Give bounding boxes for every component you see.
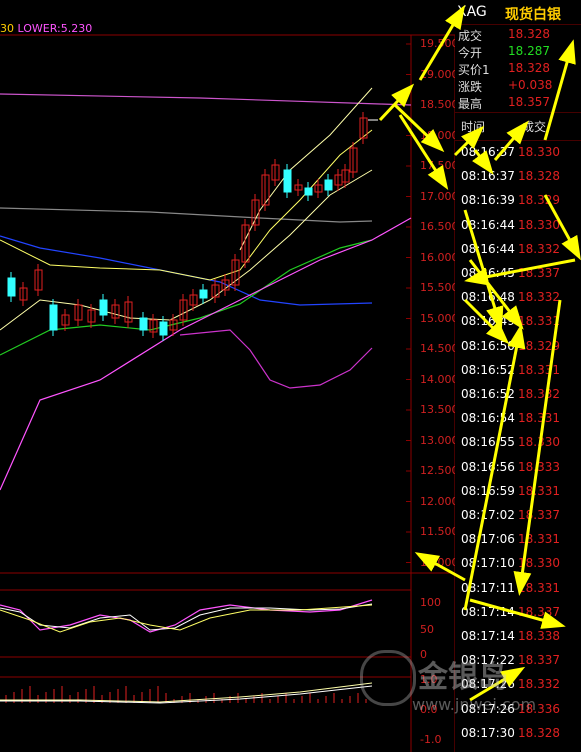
arrow-down-4 bbox=[472, 149, 494, 175]
arrow-down-5 bbox=[543, 194, 581, 261]
watermark: 金银岛 www.jnwei.com bbox=[360, 650, 536, 720]
arrow-up-6 bbox=[463, 324, 526, 611]
arrow-side-1 bbox=[414, 552, 466, 582]
arrow-down-8 bbox=[513, 299, 562, 596]
arrow-down-3 bbox=[463, 209, 504, 331]
watermark-logo-icon bbox=[360, 650, 416, 706]
annotation-arrows bbox=[378, 4, 581, 702]
watermark-brand: 金银岛 bbox=[418, 660, 508, 695]
arrow-up-5 bbox=[543, 39, 576, 141]
arrow-side-3 bbox=[464, 258, 576, 286]
watermark-url: www.jnwei.com bbox=[412, 695, 537, 714]
arrow-up-1 bbox=[418, 4, 466, 81]
arrow-down-6 bbox=[468, 259, 524, 330]
arrow-side-2 bbox=[469, 598, 566, 629]
arrow-down-2 bbox=[398, 114, 449, 191]
arrow-up-4 bbox=[493, 120, 529, 161]
